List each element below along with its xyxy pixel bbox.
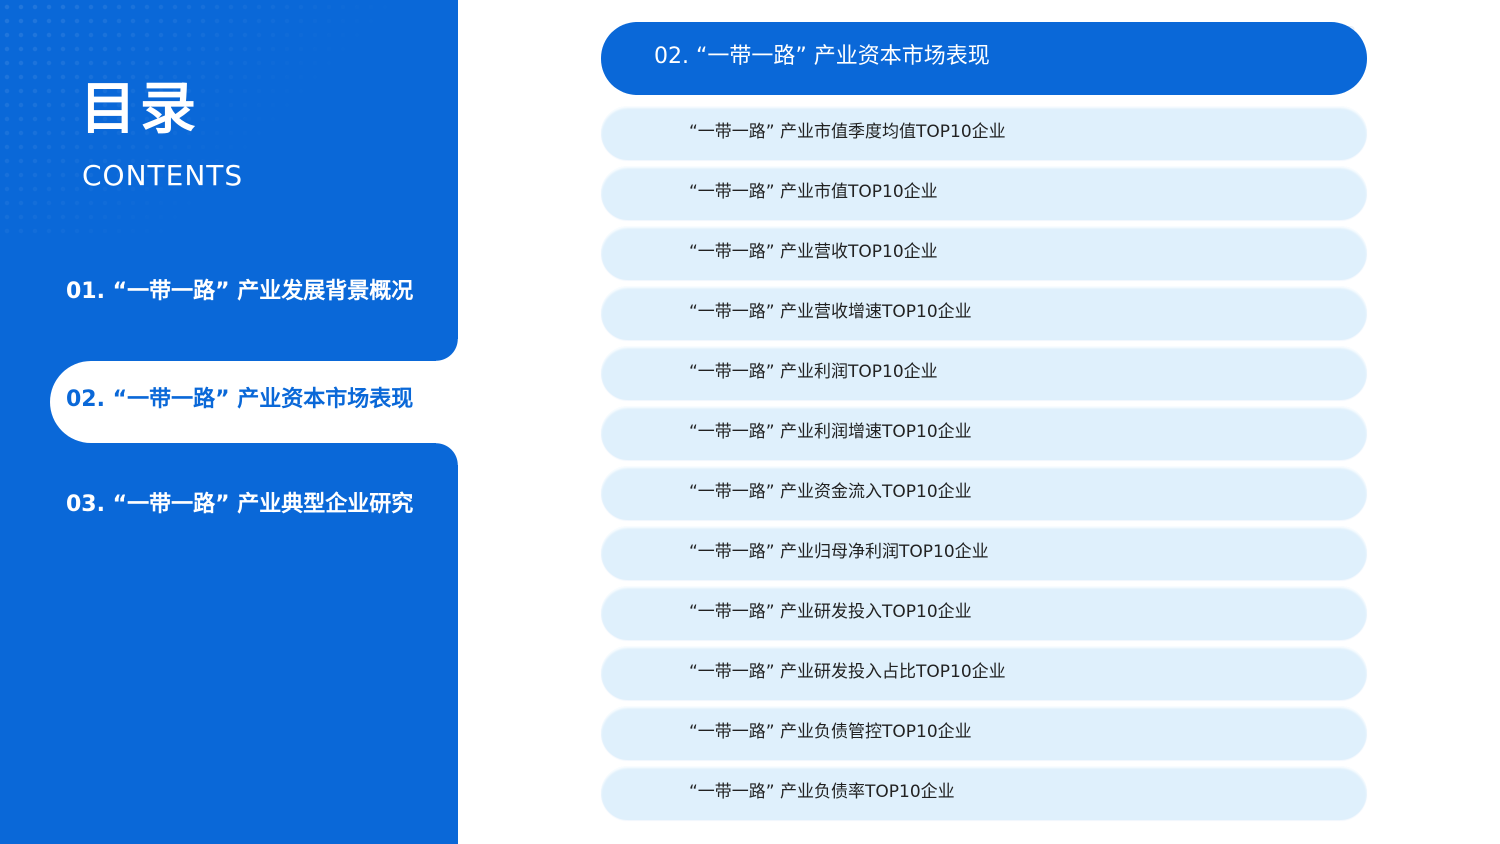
subitem-label: “一带一路” 产业利润增速TOP10企业 [689,422,972,442]
dot-pattern-decoration [0,0,458,240]
subitem-label: “一带一路” 产业研发投入占比TOP10企业 [689,662,1006,682]
subitem-capital-inflow[interactable]: “一带一路” 产业资金流入TOP10企业 [601,466,1367,520]
section-item-03[interactable]: 03. “一带一路” 产业典型企业研究 [66,490,413,520]
subitem-label: “一带一路” 产业营收增速TOP10企业 [689,302,972,322]
subitem-list: “一带一路” 产业市值季度均值TOP10企业 “一带一路” 产业市值TOP10企… [601,106,1367,826]
subitem-revenue[interactable]: “一带一路” 产业营收TOP10企业 [601,226,1367,280]
subitem-rd-investment[interactable]: “一带一路” 产业研发投入TOP10企业 [601,586,1367,640]
subitem-label: “一带一路” 产业归母净利润TOP10企业 [689,542,989,562]
section-header-banner: 02. “一带一路” 产业资本市场表现 [601,22,1367,95]
subitem-rd-investment-ratio[interactable]: “一带一路” 产业研发投入占比TOP10企业 [601,646,1367,700]
section-item-02-active[interactable]: 02. “一带一路” 产业资本市场表现 [50,361,490,443]
subitem-label: “一带一路” 产业负债管控TOP10企业 [689,722,972,742]
subitem-net-profit-parent[interactable]: “一带一路” 产业归母净利润TOP10企业 [601,526,1367,580]
subitem-revenue-growth[interactable]: “一带一路” 产业营收增速TOP10企业 [601,286,1367,340]
subitem-label: “一带一路” 产业营收TOP10企业 [689,242,938,262]
subitem-label: “一带一路” 产业市值TOP10企业 [689,182,938,202]
active-tab-corner-top [436,339,458,361]
subitem-market-cap-quarterly-avg[interactable]: “一带一路” 产业市值季度均值TOP10企业 [601,106,1367,160]
section-header-title: 02. “一带一路” 产业资本市场表现 [654,44,990,69]
subitem-profit-growth[interactable]: “一带一路” 产业利润增速TOP10企业 [601,406,1367,460]
subitem-profit[interactable]: “一带一路” 产业利润TOP10企业 [601,346,1367,400]
toc-title: 目录 [80,77,200,142]
active-tab-corner-bottom [436,443,458,465]
toc-subtitle: CONTENTS [82,159,244,192]
subitem-label: “一带一路” 产业研发投入TOP10企业 [689,602,972,622]
subitem-label: “一带一路” 产业利润TOP10企业 [689,362,938,382]
subitem-label: “一带一路” 产业资金流入TOP10企业 [689,482,972,502]
subitem-market-cap[interactable]: “一带一路” 产业市值TOP10企业 [601,166,1367,220]
section-item-01[interactable]: 01. “一带一路” 产业发展背景概况 [66,277,413,307]
subitem-debt-ratio[interactable]: “一带一路” 产业负债率TOP10企业 [601,766,1367,820]
subitem-label: “一带一路” 产业负债率TOP10企业 [689,782,955,802]
section-item-02-label: 02. “一带一路” 产业资本市场表现 [66,387,414,412]
subitem-label: “一带一路” 产业市值季度均值TOP10企业 [689,122,1006,142]
subitem-debt-control[interactable]: “一带一路” 产业负债管控TOP10企业 [601,706,1367,760]
